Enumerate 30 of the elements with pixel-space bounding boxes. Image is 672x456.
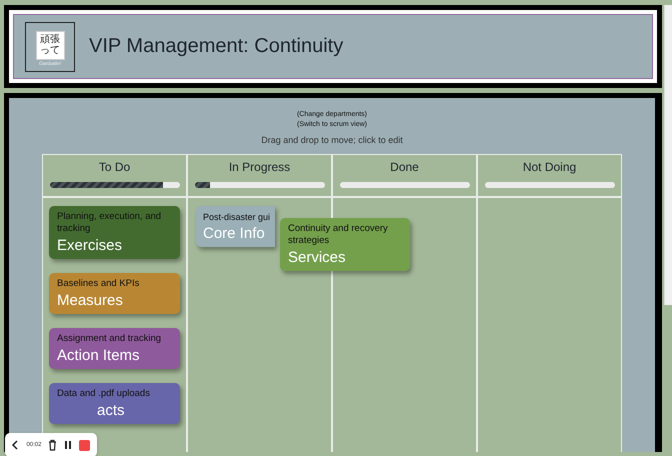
pause-icon[interactable] (64, 440, 72, 450)
page-title: VIP Management: Continuity (89, 35, 344, 58)
card-title: Measures (57, 292, 123, 309)
card-title: acts (97, 402, 125, 419)
back-icon[interactable] (11, 440, 20, 450)
task-card[interactable]: Post-disaster gui Core Info (196, 206, 275, 247)
card-subtitle: Planning, execution, and tracking (57, 211, 162, 235)
task-card[interactable]: Data and .pdf uploads acts (49, 383, 180, 424)
trash-icon[interactable] (48, 439, 58, 451)
card-title: Core Info (203, 225, 265, 242)
dragged-card[interactable]: Continuity and recovery strategies Services (280, 218, 410, 271)
instructions-text: Drag and drop to move; click to edit (260, 135, 404, 145)
card-subtitle: Assignment and tracking (57, 333, 162, 345)
stop-icon[interactable] (79, 440, 90, 450)
column-title: In Progress (228, 160, 290, 174)
card-title: Services (288, 249, 346, 266)
card-subtitle: Continuity and recovery strategies (288, 223, 389, 247)
card-title: Exercises (57, 237, 122, 254)
scrollbar[interactable] (664, 5, 672, 305)
column-title: Not Doing (522, 160, 576, 174)
column-title: Done (390, 160, 419, 174)
card-subtitle: Data and .pdf uploads (57, 388, 151, 400)
card-subtitle: Post-disaster gui (203, 211, 272, 223)
task-card[interactable]: Baselines and KPIs Measures (49, 273, 180, 314)
logo-text: 頑張って (39, 34, 61, 56)
task-card[interactable]: Assignment and tracking Action Items (49, 328, 180, 369)
task-card[interactable]: Planning, execution, and tracking Exercises (49, 206, 180, 259)
card-title: Action Items (57, 347, 140, 364)
card-subtitle: Baselines and KPIs (57, 278, 140, 290)
column-title: To Do (98, 160, 130, 174)
